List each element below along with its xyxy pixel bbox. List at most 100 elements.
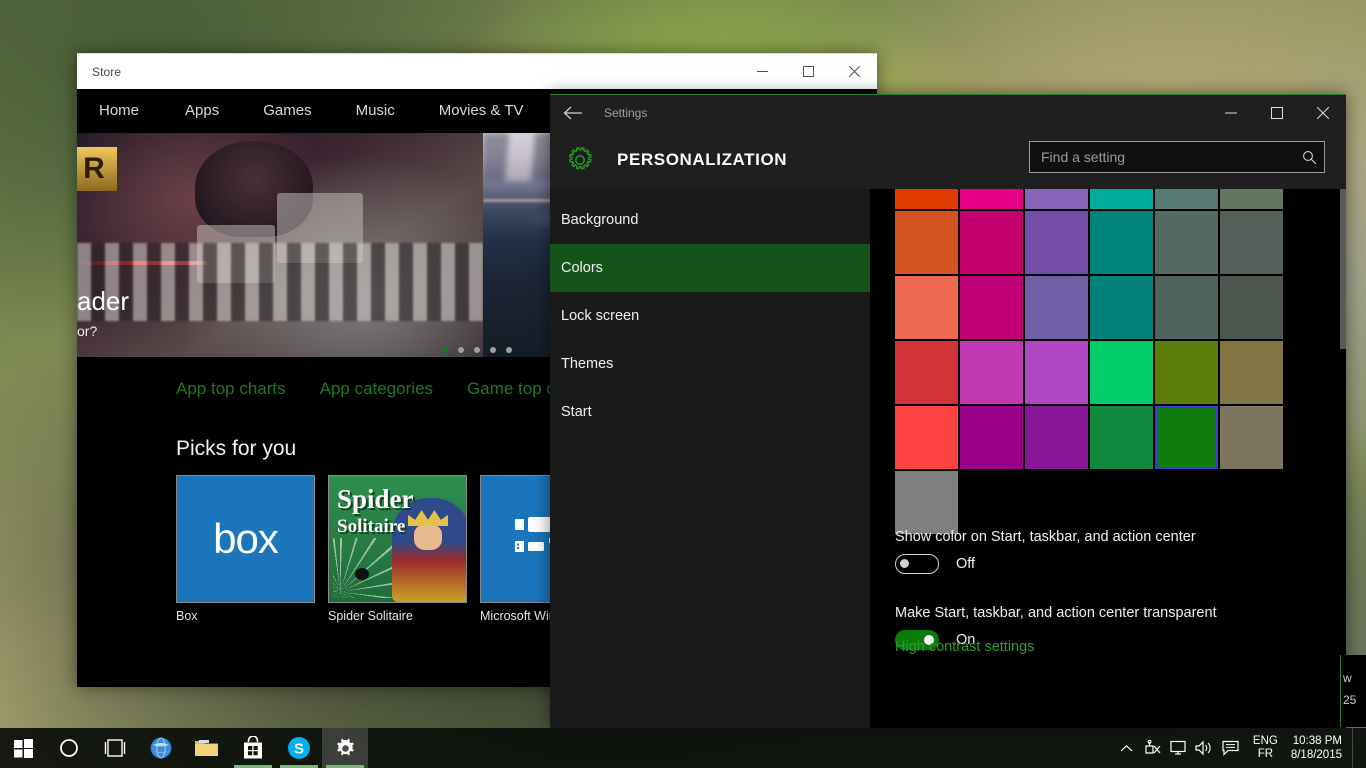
color-swatch[interactable] <box>1025 211 1088 274</box>
skype-button[interactable]: S <box>276 728 322 768</box>
language-primary: ENG <box>1252 735 1278 747</box>
store-maximize-button[interactable] <box>785 54 831 90</box>
link-app-top-charts[interactable]: App top charts <box>176 379 286 399</box>
color-swatch[interactable] <box>1220 406 1283 469</box>
color-swatch[interactable] <box>1220 211 1283 274</box>
app-tile-label-spider-solitaire: Spider Solitaire <box>328 609 413 623</box>
color-swatch[interactable] <box>1155 211 1218 274</box>
carousel-dot-4[interactable] <box>490 347 496 353</box>
svg-text:S: S <box>294 741 304 758</box>
color-swatch[interactable] <box>1025 189 1088 209</box>
edge-button[interactable] <box>138 728 184 768</box>
file-explorer-button[interactable] <box>184 728 230 768</box>
store-button[interactable] <box>230 728 276 768</box>
carousel-dot-2[interactable] <box>458 347 464 353</box>
action-center-icon[interactable] <box>1218 728 1244 768</box>
color-swatch[interactable] <box>1090 189 1153 209</box>
color-swatch[interactable] <box>895 211 958 274</box>
background-window-sliver[interactable]: w 25 <box>1340 655 1366 727</box>
store-titlebar[interactable]: Store <box>77 53 877 89</box>
store-caption-buttons <box>739 54 877 90</box>
chevron-up-icon[interactable] <box>1114 728 1140 768</box>
color-swatch[interactable] <box>960 406 1023 469</box>
search-input[interactable] <box>1030 149 1294 165</box>
settings-scrollbar[interactable] <box>1340 189 1346 728</box>
color-swatch[interactable] <box>1155 406 1218 469</box>
store-nav-movies-tv[interactable]: Movies & TV <box>417 89 546 133</box>
toggle-show-color[interactable] <box>895 554 939 574</box>
color-swatch[interactable] <box>1025 406 1088 469</box>
color-swatch[interactable] <box>960 276 1023 339</box>
settings-button[interactable] <box>322 728 368 768</box>
color-swatch[interactable] <box>1090 406 1153 469</box>
color-swatch[interactable] <box>960 211 1023 274</box>
store-nav-games[interactable]: Games <box>241 89 333 133</box>
sidebar-item-themes[interactable]: Themes <box>550 340 870 388</box>
settings-scrollbar-thumb[interactable] <box>1340 189 1346 349</box>
sidebar-item-label: Lock screen <box>561 308 640 324</box>
color-swatch[interactable] <box>895 406 958 469</box>
toggle-label-show-color: Show color on Start, taskbar, and action… <box>895 529 1196 545</box>
app-tile-box[interactable]: box <box>176 475 315 603</box>
store-close-button[interactable] <box>831 54 877 90</box>
carousel-dot-1[interactable] <box>442 347 448 353</box>
sidebar-item-label: Themes <box>561 356 614 372</box>
stormtroopers-art <box>77 243 483 321</box>
color-options: Show color on Start, taskbar, and action… <box>895 529 1332 681</box>
search-box[interactable] <box>1029 141 1325 173</box>
carousel-dot-3[interactable] <box>474 347 480 353</box>
list-item[interactable]: box Box <box>176 475 315 623</box>
search-icon[interactable] <box>1294 150 1324 165</box>
settings-minimize-button[interactable] <box>1208 95 1254 130</box>
display-icon[interactable] <box>1166 728 1192 768</box>
high-contrast-settings-link[interactable]: High contrast settings <box>895 639 1034 655</box>
color-swatch[interactable] <box>1155 341 1218 404</box>
color-swatch[interactable] <box>1025 276 1088 339</box>
color-swatch[interactable] <box>1090 341 1153 404</box>
color-swatch[interactable] <box>1155 189 1218 209</box>
sidebar-item-lock-screen[interactable]: Lock screen <box>550 292 870 340</box>
sidebar-item-colors[interactable]: Colors <box>550 244 870 292</box>
sidebar-item-start[interactable]: Start <box>550 388 870 436</box>
back-arrow-icon[interactable] <box>550 95 596 130</box>
store-nav-music[interactable]: Music <box>334 89 417 133</box>
hero-panel-star-wars[interactable]: R ader or? <box>77 133 483 357</box>
color-swatch[interactable] <box>895 276 958 339</box>
color-swatch[interactable] <box>895 341 958 404</box>
settings-content-pane: Show color on Start, taskbar, and action… <box>870 189 1346 728</box>
color-swatch[interactable] <box>1220 341 1283 404</box>
gear-icon <box>336 737 354 756</box>
color-swatch[interactable] <box>960 189 1023 209</box>
color-swatch[interactable] <box>960 341 1023 404</box>
store-nav-home[interactable]: Home <box>99 89 163 133</box>
store-nav-apps[interactable]: Apps <box>163 89 241 133</box>
color-swatch[interactable] <box>1220 189 1283 209</box>
settings-close-button[interactable] <box>1300 95 1346 130</box>
link-app-categories[interactable]: App categories <box>320 379 433 399</box>
accent-color-grid[interactable] <box>895 189 1284 534</box>
settings-maximize-button[interactable] <box>1254 95 1300 130</box>
sidebar-item-background[interactable]: Background <box>550 196 870 244</box>
color-swatch[interactable] <box>1155 276 1218 339</box>
store-minimize-button[interactable] <box>739 54 785 90</box>
network-disconnected-icon[interactable] <box>1140 728 1166 768</box>
speaker-icon[interactable] <box>1192 728 1218 768</box>
color-swatch[interactable] <box>1090 211 1153 274</box>
color-swatch[interactable] <box>895 189 958 209</box>
cortana-button[interactable] <box>46 728 92 768</box>
clock[interactable]: 10:38 PM 8/18/2015 <box>1287 734 1352 762</box>
language-indicator[interactable]: ENG FR <box>1244 735 1287 761</box>
settings-window[interactable]: Settings PERSONALIZATION Find a setting … <box>550 94 1346 728</box>
king-face-art <box>414 524 442 550</box>
color-swatch[interactable] <box>1220 276 1283 339</box>
task-view-button[interactable] <box>92 728 138 768</box>
color-swatch[interactable] <box>895 471 958 534</box>
color-swatch[interactable] <box>1090 276 1153 339</box>
show-desktop-button[interactable] <box>1352 728 1360 768</box>
list-item[interactable]: Spider Solitaire Spider Solitaire <box>328 475 467 623</box>
settings-titlebar[interactable]: Settings <box>550 95 1346 130</box>
color-swatch[interactable] <box>1025 341 1088 404</box>
start-button[interactable] <box>0 728 46 768</box>
app-tile-spider-solitaire[interactable]: Spider Solitaire <box>328 475 467 603</box>
carousel-dot-5[interactable] <box>506 347 512 353</box>
